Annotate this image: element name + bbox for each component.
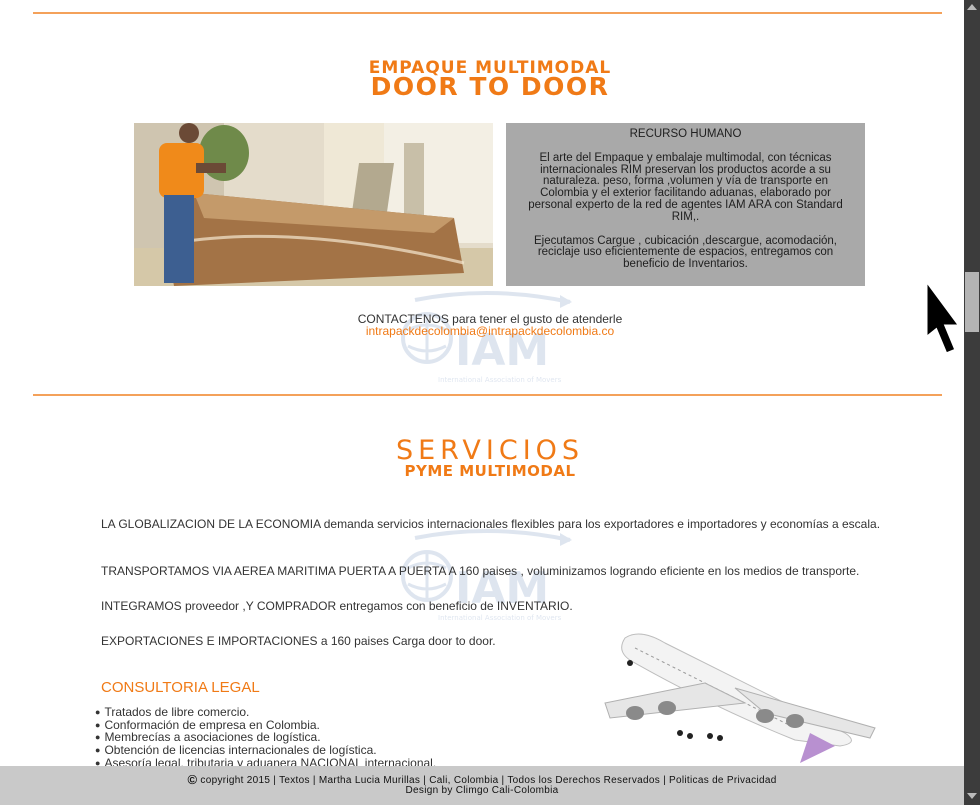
copyright-icon: © xyxy=(187,772,198,787)
section-title-door-to-door: DOOR TO DOOR xyxy=(370,72,610,101)
servicios-paragraph-2: TRANSPORTAMOS VIA AEREA MARITIMA PUERTA … xyxy=(101,564,860,578)
scroll-down-arrow-icon[interactable] xyxy=(967,793,977,799)
top-divider xyxy=(33,12,942,14)
contact-email-link[interactable]: intrapackdecolombia@intrapackdecolombia.… xyxy=(366,324,614,338)
vertical-scrollbar[interactable] xyxy=(964,0,980,805)
consultoria-legal-heading: CONSULTORIA LEGAL xyxy=(101,679,260,696)
mouse-cursor-icon xyxy=(924,275,976,361)
packing-worker-photo xyxy=(134,123,493,286)
servicios-paragraph-1: LA GLOBALIZACION DE LA ECONOMIA demanda … xyxy=(101,517,881,531)
scroll-up-arrow-icon[interactable] xyxy=(967,4,977,10)
recurso-humano-heading: RECURSO HUMANO xyxy=(629,128,742,140)
footer-design-credit: Design by Climgo Cali-Colombia xyxy=(405,785,559,796)
iam-watermark-logo: IAM International Association of Movers xyxy=(400,290,580,390)
svg-text:International Association of M: International Association of Movers xyxy=(438,376,562,384)
recurso-humano-box: RECURSO HUMANO El arte del Empaque y emb… xyxy=(506,123,865,286)
site-footer: © copyright 2015 | Textos | Martha Lucia… xyxy=(0,766,964,805)
footer-line-1: © copyright 2015 | Textos | Martha Lucia… xyxy=(0,766,964,786)
servicios-paragraph-3: INTEGRAMOS proveedor ,Y COMPRADOR entreg… xyxy=(101,599,573,613)
recurso-humano-paragraph-2: Ejecutamos Cargue , cubicación ,descargu… xyxy=(533,234,837,271)
section-subtitle-pyme: PYME MULTIMODAL xyxy=(404,462,576,480)
consultoria-bullet-list: Tratados de libre comercio. Conformación… xyxy=(95,706,436,771)
middle-divider xyxy=(33,394,942,396)
airplane-image xyxy=(595,628,880,773)
contact-block: CONTACTENOS para tener el gusto de atend… xyxy=(300,313,680,337)
recurso-humano-paragraph-1: El arte del Empaque y embalaje multimoda… xyxy=(528,151,843,223)
iam-watermark-logo-2: IAM International Association of Movers xyxy=(400,528,580,628)
svg-text:International Association of M: International Association of Movers xyxy=(438,614,562,622)
